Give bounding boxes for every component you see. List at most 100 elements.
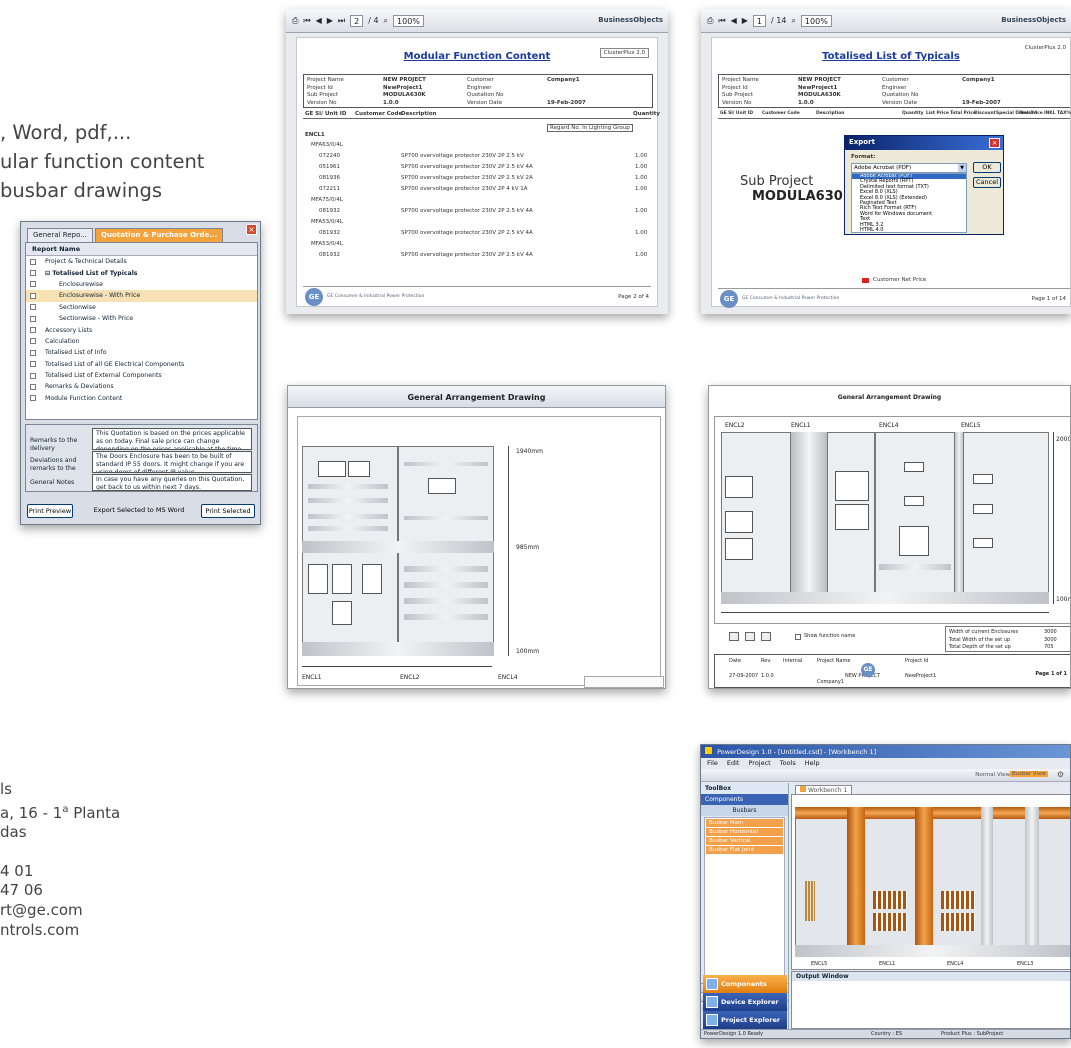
nav-project-explorer[interactable]: Project Explorer [703,1011,787,1029]
report-checkbox[interactable] [30,361,36,368]
report-item-label: Totalised List of all GE Electrical Comp… [45,360,185,368]
note-text-general[interactable]: In case you have any queries on this Quo… [92,474,252,491]
print-icon[interactable]: ⎙ [707,16,713,26]
title-block-value: NewProject1 [905,673,937,679]
close-icon[interactable]: × [989,138,1000,148]
report-item[interactable]: Totalised List of all GE Electrical Comp… [26,359,257,370]
table-row-id: 081932 [319,230,340,236]
enclosure-label: ENCL4 [947,961,964,967]
report-checkbox[interactable] [30,258,36,265]
nav-components[interactable]: Components [703,975,787,993]
zoom-select[interactable]: 100% [800,14,832,27]
report-checkbox[interactable] [30,349,36,356]
format-select[interactable]: Adobe Acrobat (PDF) ▼ [851,163,967,173]
note-label-remarks: Remarks to the delivery [30,437,78,452]
report-item[interactable]: Project & Technical Details [26,256,257,267]
fit-icon[interactable] [761,632,771,641]
zoom-out-icon[interactable] [729,632,739,641]
dim-base: 100mm [516,648,540,655]
report-checkbox[interactable] [30,292,36,299]
report-item[interactable]: Remarks & Deviations [26,381,257,392]
print-icon[interactable]: ⎙ [292,16,298,26]
normal-view-button[interactable]: Normal View [975,772,1010,778]
menu-item[interactable]: Edit [727,759,740,767]
report-item[interactable]: Enclosurewise [26,279,257,290]
table-row-description: SP700 overvoltage protector 230V 2P 2.5 … [401,208,533,214]
dim-line-vertical [508,446,509,656]
format-label: Format: [851,154,876,160]
workbench-tab[interactable]: Workbench 1 [795,785,853,794]
nav-device-explorer[interactable]: Device Explorer [703,993,787,1011]
report-checkbox[interactable] [30,281,36,288]
field-value: Company1 [962,77,995,83]
print-preview-button[interactable]: Print Preview [27,504,73,518]
contact-phone: 4 01 [0,861,34,880]
print-selected-button[interactable]: Print Selected [201,504,255,518]
export-word-button[interactable]: Export Selected to MS Word [89,504,189,518]
pd-menubar: File Edit Project Tools Help [701,759,1070,769]
report-checkbox[interactable] [30,383,36,390]
report-item[interactable]: Sectionwise [26,302,257,313]
report-checkbox[interactable] [30,338,36,345]
zoom-in-icon[interactable] [745,632,755,641]
nav-next-icon[interactable]: ▶ [742,16,748,25]
tab-quotation[interactable]: Quotation & Purchase Orde... [95,228,224,242]
nav-first-icon[interactable]: ⏮ [303,16,310,26]
note-text-deviations[interactable]: The Doors Enclosure has been to be built… [92,451,252,473]
report-item[interactable]: ⊟ Totalised List of Typicals [26,267,257,278]
chevron-down-icon[interactable]: ▼ [958,164,966,172]
report-checkbox[interactable] [30,372,36,379]
report-item[interactable]: Totalised List of Info [26,347,257,358]
show-function-checkbox[interactable] [795,634,801,640]
report-list: Report Name Project & Technical Details ⊟… [25,242,258,420]
enclosure-label: ENCL1 [879,961,896,967]
nav-last-icon[interactable]: ⏭ [338,16,345,26]
format-list[interactable]: Adobe Acrobat (PDF) Crystal Reports (RPT)… [851,173,967,233]
ok-button[interactable]: OK [973,162,1001,173]
search-icon[interactable]: ⌕ [791,16,795,26]
menu-item[interactable]: Help [805,759,820,767]
table-row-quantity: 1.00 [635,186,648,192]
report-item-label: Totalised List of Info [45,349,107,357]
busbar-item[interactable]: Busbar Vertical [706,837,783,845]
nav-first-icon[interactable]: ⏮ [718,16,725,26]
nav-prev-icon[interactable]: ◀ [316,16,322,25]
field-value: MODULA630K [383,92,426,98]
busbar-view-button[interactable]: Busbar View [1009,771,1048,777]
tab-general-reports[interactable]: General Repo... [27,228,93,242]
busbar-item[interactable]: Busbar Flat Joint [706,846,783,854]
menu-item[interactable]: Tools [780,759,796,767]
page-number-input[interactable]: 2 [350,14,364,27]
report-checkbox[interactable] [30,395,36,402]
cancel-button[interactable]: Cancel [973,177,1001,188]
search-icon[interactable]: ⌕ [384,16,388,26]
note-text-remarks[interactable]: This Quotation is based on the prices ap… [92,428,252,450]
report-checkbox[interactable] [30,304,36,311]
report-item[interactable]: Enclosurewise - With Price [26,290,257,302]
field-label: Version Date [467,99,503,106]
report-item-label: Calculation [45,337,80,345]
page-number-input[interactable]: 1 [752,14,767,27]
nav-prev-icon[interactable]: ◀ [731,16,737,25]
report-checkbox[interactable] [30,327,36,334]
report-item[interactable]: Module Function Content [26,393,257,404]
close-icon[interactable]: × [246,224,257,235]
report-item[interactable]: Calculation [26,336,257,347]
report-item[interactable]: Sectionwise - With Price [26,313,257,324]
summary-label: Width of current Enclosures [949,629,1019,635]
report-checkbox[interactable] [30,270,36,277]
menu-item[interactable]: File [707,759,718,767]
busbar-item[interactable]: Busbar Main [706,819,783,827]
format-option[interactable]: HTML 4.0 [852,227,966,232]
report-item[interactable]: Accessory Lists [26,324,257,335]
report-checkbox[interactable] [30,315,36,322]
zoom-select[interactable]: 100% [393,14,424,27]
busbar-item[interactable]: Busbar Horizontal [706,828,783,836]
report-item[interactable]: Totalised List of External Components [26,370,257,381]
settings-icon[interactable]: ⚙ [1057,770,1064,779]
table-row-id: 072240 [319,153,340,159]
workbench-tab-label: Workbench 1 [808,787,848,794]
nav-next-icon[interactable]: ▶ [327,16,333,25]
menu-item[interactable]: Project [748,759,770,767]
ga-drawing-1: General Arrangement Drawing 1940mm 985mm… [287,385,666,689]
